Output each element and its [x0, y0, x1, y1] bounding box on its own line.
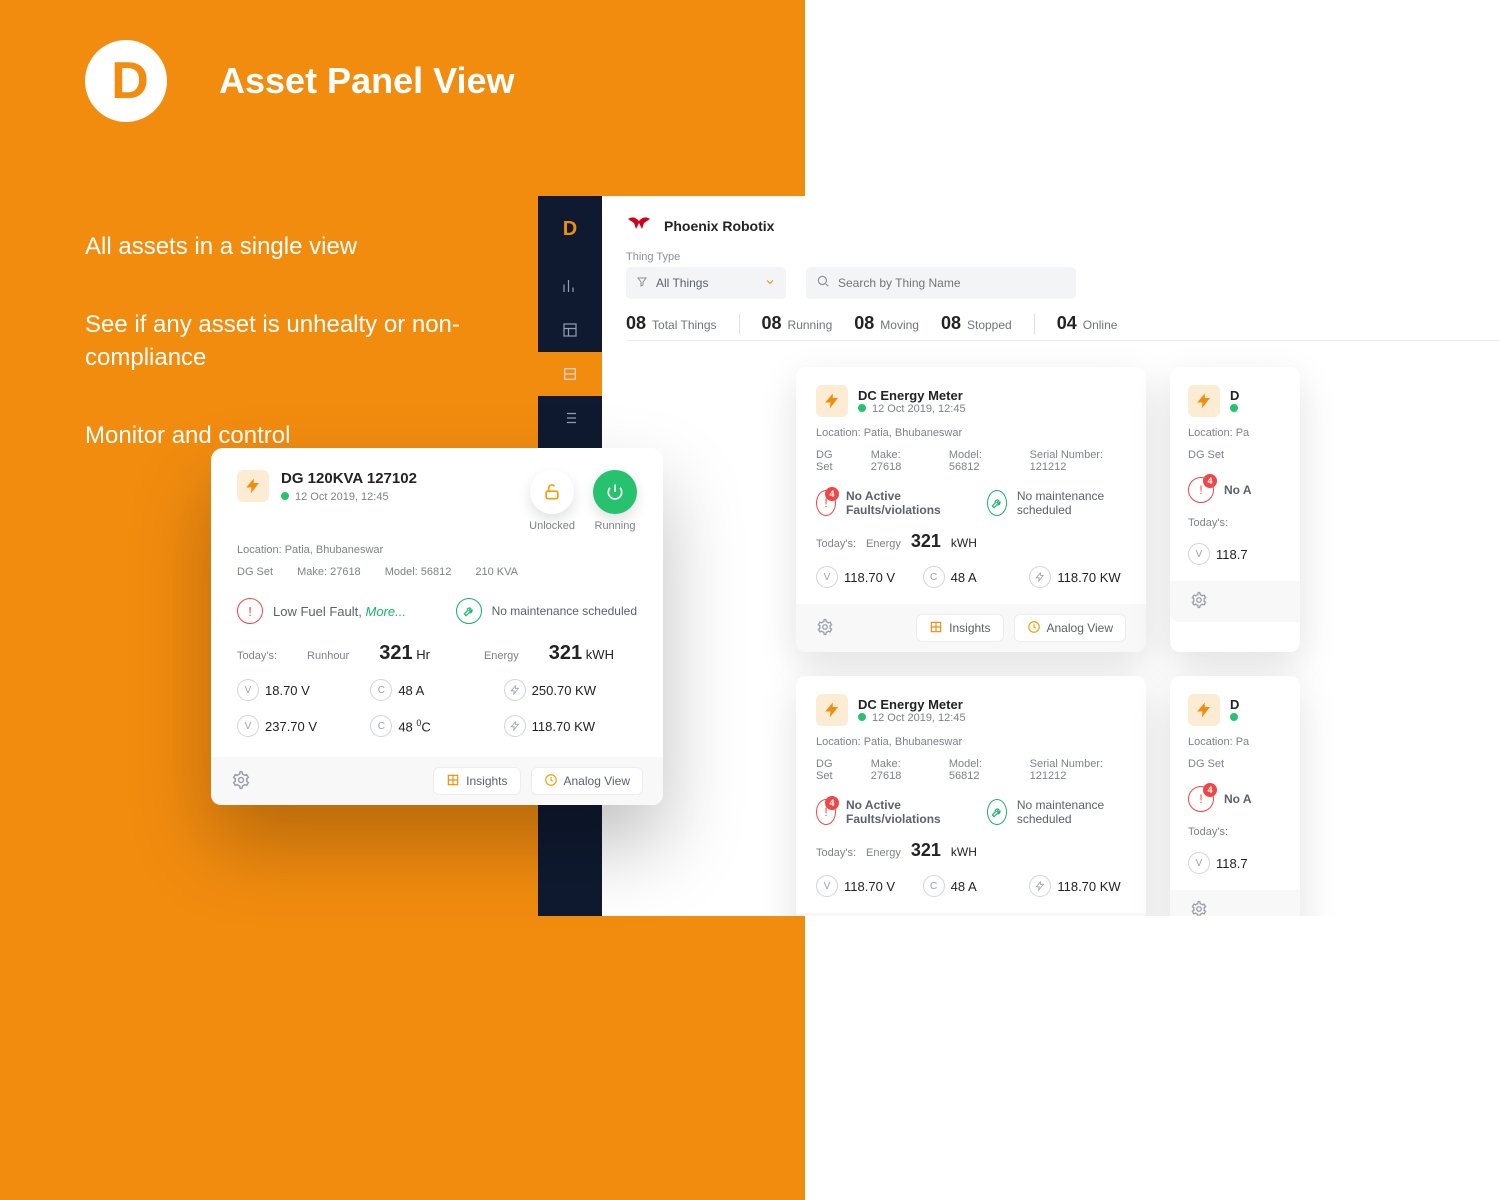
grid-icon: [446, 773, 460, 790]
asset-card[interactable]: DC Energy Meter 12 Oct 2019, 12:45 Locat…: [796, 676, 1146, 916]
gear-icon[interactable]: [231, 770, 251, 793]
thumb-icon: [816, 385, 848, 417]
dashboard: D Phoenix Robotix Thing Type All Things: [538, 196, 1500, 916]
power-button[interactable]: [593, 470, 637, 514]
asset-card[interactable]: DC Energy Meter 12 Oct 2019, 12:45 Locat…: [796, 367, 1146, 652]
amp-icon: C: [370, 679, 392, 701]
funnel-icon: [636, 276, 648, 291]
asset-card-partial[interactable]: D Location: Pa DG Set !4No A Today's: V1…: [1170, 676, 1300, 916]
thing-type-select[interactable]: All Things: [626, 267, 786, 299]
asset-card-featured[interactable]: DG 120KVA 127102 12 Oct 2019, 12:45 Unlo…: [211, 448, 663, 805]
main: Phoenix Robotix Thing Type All Things: [602, 196, 1500, 916]
bolt-icon: [1029, 566, 1051, 588]
asset-card-partial[interactable]: D Location: Pa DG Set !4No A Today's: V1…: [1170, 367, 1300, 652]
thumb-icon: [237, 470, 269, 502]
search-input[interactable]: [838, 276, 1066, 290]
alert-icon: !4: [816, 490, 836, 516]
volt-icon: V: [816, 566, 838, 588]
volt-icon: V: [237, 679, 259, 701]
status-dot: [281, 492, 289, 500]
sidenav-logo: D: [555, 214, 585, 244]
brand-logo: D: [85, 40, 167, 122]
thumb-icon: [1188, 385, 1220, 417]
insights-button[interactable]: Insights: [433, 767, 520, 795]
amp-icon: C: [923, 566, 945, 588]
hero-line-1: All assets in a single view: [85, 230, 460, 264]
card-title: DC Energy Meter: [858, 388, 966, 403]
alert-icon: !: [237, 598, 263, 624]
search-icon: [816, 274, 830, 293]
thing-type-value: All Things: [656, 276, 708, 290]
status-dot: [858, 404, 866, 412]
bolt-icon: [504, 679, 526, 701]
chevron-down-icon: [764, 276, 776, 291]
grid-icon: [929, 620, 943, 637]
search[interactable]: [806, 267, 1076, 299]
hero-title: Asset Panel View: [219, 60, 515, 102]
fault-more-link[interactable]: More...: [366, 604, 406, 619]
card-title: DG 120KVA 127102: [281, 470, 417, 487]
thing-type-label: Thing Type: [626, 251, 786, 263]
wrench-icon: [987, 490, 1007, 516]
stats-row: 08Total Things 08Running 08Moving 08Stop…: [626, 313, 1500, 341]
lock-button[interactable]: [530, 470, 574, 514]
analog-view-button[interactable]: Analog View: [531, 767, 644, 795]
gear-icon[interactable]: [816, 618, 834, 639]
nav-list[interactable]: [538, 396, 602, 440]
wrench-icon: [456, 598, 482, 624]
nav-chart[interactable]: [538, 264, 602, 308]
nav-assets[interactable]: [538, 352, 602, 396]
company-icon: [626, 214, 650, 237]
stat-total-num: 08: [626, 313, 646, 334]
analog-view-button[interactable]: Analog View: [1014, 614, 1127, 642]
nav-layout[interactable]: [538, 308, 602, 352]
clock-icon: [544, 773, 558, 790]
company-name: Phoenix Robotix: [664, 218, 774, 234]
insights-button[interactable]: Insights: [916, 614, 1003, 642]
clock-icon: [1027, 620, 1041, 637]
hero-line-2: See if any asset is unhealty or non-comp…: [85, 308, 460, 375]
